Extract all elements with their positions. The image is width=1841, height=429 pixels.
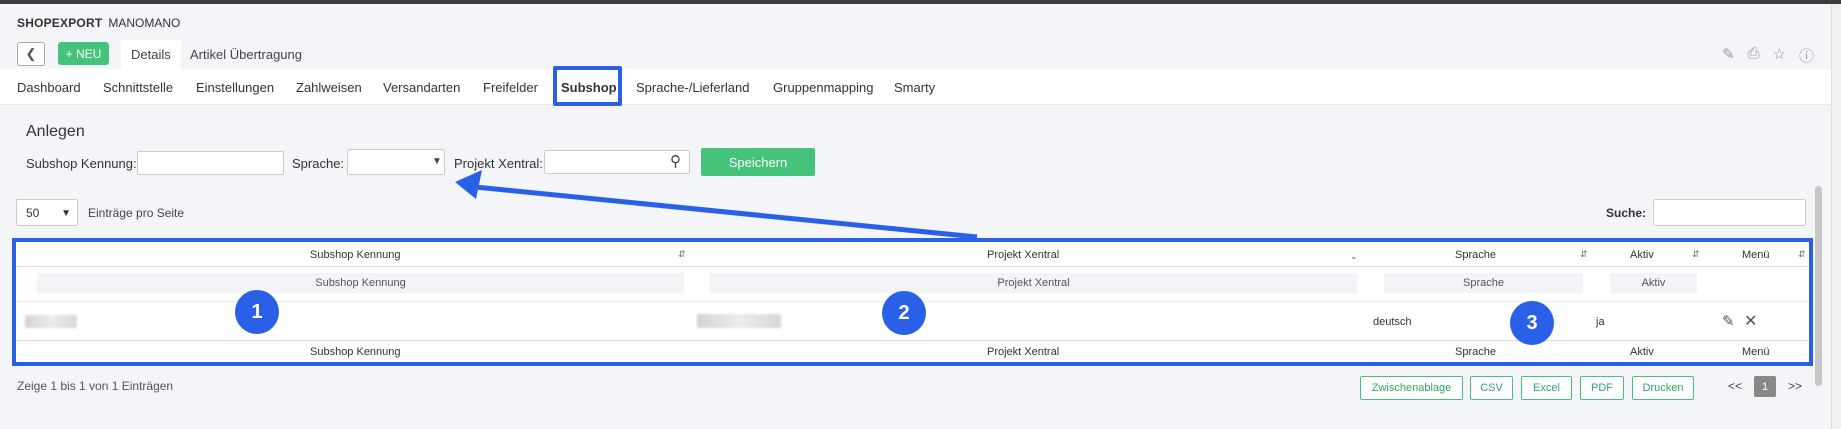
search-label: Suche:: [1606, 206, 1647, 220]
filter-subshop-kennung[interactable]: Subshop Kennung: [37, 273, 684, 293]
chevron-down-icon: ▼: [61, 208, 71, 219]
edit-pencil-icon[interactable]: ✎: [1722, 312, 1735, 330]
foot-col-menu: Menü: [1742, 346, 1770, 358]
projekt-xentral-redacted: [697, 314, 781, 328]
export-zwischenablage-button[interactable]: Zwischenablage: [1360, 376, 1463, 400]
export-csv-button[interactable]: CSV: [1470, 376, 1513, 400]
sort-icon[interactable]: ⇵: [1692, 249, 1700, 260]
foot-col-sprache: Sprache: [1455, 346, 1496, 358]
col-subshop-kennung[interactable]: Subshop Kennung: [310, 249, 401, 261]
table-footer-header: Subshop Kennung Projekt Xentral Sprache …: [20, 346, 1805, 362]
table-search-input[interactable]: [1653, 199, 1806, 226]
pager-next[interactable]: >>: [1788, 379, 1802, 393]
filter-sprache[interactable]: Sprache: [1384, 273, 1583, 293]
annotation-badge-3: 3: [1510, 301, 1554, 345]
annotation-badge-2: 2: [882, 291, 926, 335]
filter-projekt-xentral[interactable]: Projekt Xentral: [710, 273, 1357, 293]
foot-col-subshop-kennung: Subshop Kennung: [310, 346, 401, 358]
sort-icon[interactable]: ⇵: [1580, 249, 1588, 260]
page-size-value: 50: [26, 206, 40, 220]
annotation-badge-1: 1: [235, 290, 279, 334]
cell-aktiv: ja: [1596, 316, 1605, 328]
page-size-label: Einträge pro Seite: [88, 206, 185, 220]
export-excel-button[interactable]: Excel: [1521, 376, 1572, 400]
table-info: Zeige 1 bis 1 von 1 Einträgen: [17, 379, 174, 393]
cell-sprache: deutsch: [1373, 316, 1412, 328]
col-projekt-xentral[interactable]: Projekt Xentral: [987, 249, 1059, 261]
sort-icon[interactable]: ⇵: [678, 249, 686, 260]
foot-col-aktiv: Aktiv: [1630, 346, 1654, 358]
pager-current-page[interactable]: 1: [1754, 376, 1776, 397]
pager-prev[interactable]: <<: [1728, 379, 1742, 393]
col-menu: Menü: [1742, 249, 1770, 261]
sort-icon[interactable]: ⇵: [1798, 249, 1806, 260]
filter-aktiv[interactable]: Aktiv: [1610, 273, 1697, 293]
delete-close-icon[interactable]: ✕: [1744, 311, 1757, 331]
sort-desc-icon[interactable]: ⌄: [1350, 251, 1358, 262]
header-divider: [16, 266, 1809, 267]
export-drucken-button[interactable]: Drucken: [1632, 376, 1694, 400]
subshop-kennung-redacted: [25, 315, 77, 328]
col-aktiv[interactable]: Aktiv: [1630, 249, 1654, 261]
foot-col-projekt-xentral: Projekt Xentral: [987, 346, 1060, 358]
export-pdf-button[interactable]: PDF: [1580, 376, 1624, 400]
table-header: Subshop Kennung ⇵ Projekt Xentral ⌄ Spra…: [20, 249, 1806, 265]
page-size-select[interactable]: 50 ▼: [16, 199, 78, 226]
col-sprache[interactable]: Sprache: [1455, 249, 1496, 261]
